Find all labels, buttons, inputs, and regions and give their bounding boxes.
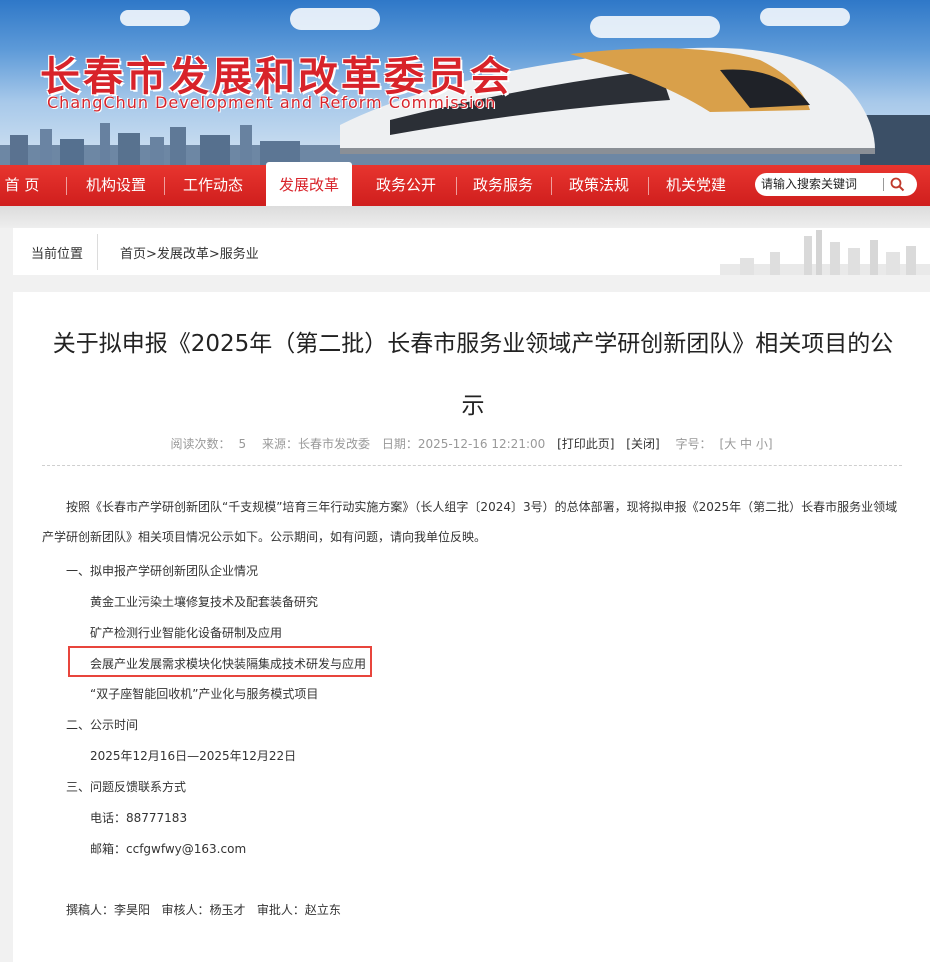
search-icon[interactable] <box>889 176 906 193</box>
contact-email: 邮箱：ccfgwfwy@163.com <box>90 842 247 856</box>
search-placeholder: 请输入搜索关键词 <box>761 177 858 191</box>
breadcrumb: 当前位置 首页>发展改革>服务业 <box>13 228 930 275</box>
title-divider <box>42 465 902 466</box>
article-panel: 关于拟申报《2025年（第二批）长春市服务业领域产学研创新团队》相关项目的公示 … <box>13 292 930 962</box>
contact-phone: 电话：88777183 <box>90 811 188 825</box>
search-input[interactable]: 请输入搜索关键词 <box>755 173 917 196</box>
meta-source: 来源：长春市发改委 <box>261 437 370 451</box>
section-heading-1: 一、拟申报产学研创新团队企业情况 <box>66 564 259 578</box>
publicity-period: 2025年12月16日—2025年12月22日 <box>90 749 297 763</box>
nav-work-news[interactable]: 工作动态 <box>173 165 253 206</box>
nav-government-affairs[interactable]: 政务公开 <box>364 165 448 206</box>
font-size-control: 字号： [大 中 小] <box>675 437 773 451</box>
project-item: 黄金工业污染土壤修复技术及配套装备研究 <box>90 595 319 609</box>
nav-development-reform[interactable]: 发展改革 <box>266 162 352 206</box>
site-banner: 长春市发展和改革委员会 ChangChun Development and Re… <box>0 0 930 165</box>
section-heading-2: 二、公示时间 <box>66 718 139 732</box>
highlight-box <box>68 646 372 677</box>
font-size-links[interactable]: [大 中 小] <box>720 437 773 451</box>
nav-home[interactable]: 首 页 <box>0 165 48 206</box>
breadcrumb-divider <box>97 234 98 270</box>
nav-shadow-band <box>0 206 930 228</box>
article-intro: 按照《长春市产学研创新团队“千支规模”培育三年行动实施方案》（长人组字〔2024… <box>42 500 898 544</box>
article-signoff: 撰稿人：李昊阳 审核人：杨玉才 审批人：赵立东 <box>66 903 341 917</box>
skyline-decoration <box>720 230 930 275</box>
close-link[interactable]: [关闭] <box>626 437 659 451</box>
meta-reads: 阅读次数： 5 <box>170 437 247 451</box>
nav-organization[interactable]: 机构设置 <box>76 165 156 206</box>
search-divider <box>883 178 884 191</box>
article-title: 关于拟申报《2025年（第二批）长春市服务业领域产学研创新团队》相关项目的公示 <box>52 331 894 419</box>
nav-policies[interactable]: 政策法规 <box>558 165 640 206</box>
project-item: 矿产检测行业智能化设备研制及应用 <box>90 626 283 640</box>
site-subtitle: ChangChun Development and Reform Commiss… <box>47 93 497 112</box>
print-link[interactable]: [打印此页] <box>557 437 614 451</box>
project-item: “双子座智能回收机”产业化与服务模式项目 <box>90 687 319 701</box>
article-meta: 阅读次数： 5 来源：长春市发改委 日期：2025-12-16 12:21:00 … <box>13 435 930 452</box>
breadcrumb-path[interactable]: 首页>发展改革>服务业 <box>120 243 259 262</box>
nav-government-services[interactable]: 政务服务 <box>462 165 544 206</box>
section-heading-3: 三、问题反馈联系方式 <box>66 780 187 794</box>
breadcrumb-label: 当前位置 <box>31 247 84 262</box>
meta-date: 日期：2025-12-16 12:21:00 <box>381 437 546 451</box>
nav-party-building[interactable]: 机关党建 <box>655 165 737 206</box>
